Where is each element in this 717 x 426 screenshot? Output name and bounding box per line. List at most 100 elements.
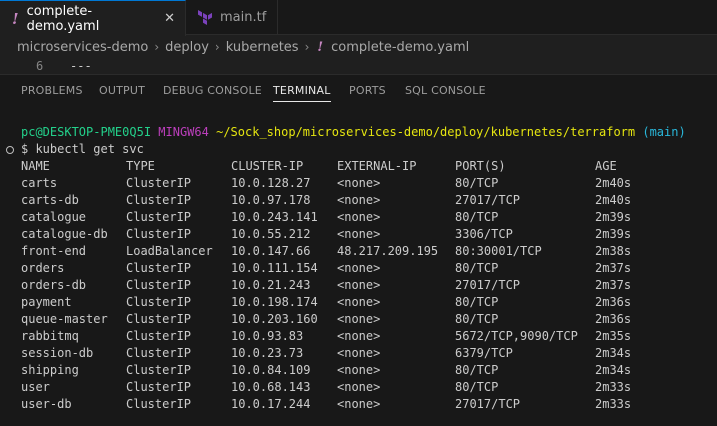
service-type: ClusterIP	[126, 227, 192, 241]
age: 2m40s	[595, 193, 632, 207]
command-line: $ kubectl get svc	[21, 142, 144, 156]
table-row: payment ClusterIP 10.0.198.174 <none> 80/TCP…	[21, 295, 711, 312]
service-type: ClusterIP	[126, 346, 192, 360]
external-ip: <none>	[337, 312, 381, 326]
external-ip: <none>	[337, 210, 381, 224]
breadcrumb: microservices-demo › deploy › kubernetes…	[0, 36, 717, 58]
prompt-path: ~/Sock_shop/microservices-demo/deploy/ku…	[216, 125, 636, 139]
breadcrumb-item[interactable]: kubernetes	[226, 40, 299, 55]
cluster-ip: 10.0.93.83	[231, 329, 304, 343]
editor-code-line: 6 ---	[0, 58, 717, 74]
service-type: ClusterIP	[126, 261, 192, 275]
tab-sql-console[interactable]: SQL CONSOLE	[405, 84, 486, 97]
external-ip: <none>	[337, 227, 381, 241]
external-ip: <none>	[337, 278, 381, 292]
age: 2m35s	[595, 329, 632, 343]
service-type: LoadBalancer	[126, 244, 213, 258]
header-type: TYPE	[126, 159, 155, 173]
service-name: payment	[21, 295, 72, 309]
terraform-file-icon	[198, 10, 212, 25]
service-type: ClusterIP	[126, 312, 192, 326]
tab-output[interactable]: OUTPUT	[99, 84, 145, 97]
command-decoration-icon[interactable]	[6, 146, 14, 154]
prompt-user: pc@DESKTOP-PME0Q5I	[21, 125, 152, 139]
cluster-ip: 10.0.97.178	[231, 193, 311, 207]
table-row: session-db ClusterIP 10.0.23.73 <none> 6379/…	[21, 346, 711, 363]
service-type: ClusterIP	[126, 278, 192, 292]
table-row: catalogue-db ClusterIP 10.0.55.212 <none> 33…	[21, 227, 711, 244]
breadcrumb-item[interactable]: microservices-demo	[17, 40, 148, 55]
tab-label: complete-demo.yaml	[26, 3, 100, 34]
header-cluster-ip: CLUSTER-IP	[231, 159, 304, 173]
age: 2m38s	[595, 244, 632, 258]
tab-problems[interactable]: PROBLEMS	[21, 84, 83, 97]
breadcrumb-item[interactable]: complete-demo.yaml	[331, 40, 469, 55]
external-ip: 48.217.209.195	[337, 244, 439, 258]
service-type: ClusterIP	[126, 193, 192, 207]
code-text[interactable]: ---	[70, 59, 92, 73]
table-row: shipping ClusterIP 10.0.84.109 <none> 80/TCP…	[21, 363, 711, 380]
cluster-ip: 10.0.128.27	[231, 176, 311, 190]
table-row: carts-db ClusterIP 10.0.97.178 <none> 27017/…	[21, 193, 711, 210]
chevron-right-icon: ›	[214, 40, 220, 54]
age: 2m39s	[595, 227, 632, 241]
cluster-ip: 10.0.147.66	[231, 244, 311, 258]
tab-debug-console[interactable]: DEBUG CONSOLE	[163, 84, 262, 97]
editor-tab-bar: ! complete-demo.yaml ✕ main.tf	[0, 0, 717, 36]
age: 2m33s	[595, 397, 632, 411]
ports: 80/TCP	[455, 312, 499, 326]
ports: 5672/TCP,9090/TCP	[455, 329, 578, 343]
table-row: rabbitmq ClusterIP 10.0.93.83 <none> 5672/TC…	[21, 329, 711, 346]
service-type: ClusterIP	[126, 329, 192, 343]
ports: 27017/TCP	[455, 278, 521, 292]
cluster-ip: 10.0.243.141	[231, 210, 318, 224]
table-row: orders-db ClusterIP 10.0.21.243 <none> 27017…	[21, 278, 711, 295]
cluster-ip: 10.0.55.212	[231, 227, 311, 241]
ports: 80/TCP	[455, 295, 499, 309]
service-name: user-db	[21, 397, 72, 411]
ports: 80/TCP	[455, 210, 499, 224]
line-number: 6	[36, 59, 44, 73]
external-ip: <none>	[337, 295, 381, 309]
tab-ports[interactable]: PORTS	[349, 84, 386, 97]
vscode-window: ! complete-demo.yaml ✕ main.tf microserv…	[0, 0, 717, 426]
table-row: queue-master ClusterIP 10.0.203.160 <none> 8…	[21, 312, 711, 329]
service-name: session-db	[21, 346, 94, 360]
table-row: orders ClusterIP 10.0.111.154 <none> 80/TCP 2…	[21, 261, 711, 278]
cluster-ip: 10.0.17.244	[231, 397, 311, 411]
close-icon[interactable]: ✕	[164, 11, 175, 26]
table-row: user-db ClusterIP 10.0.17.244 <none> 27017/T…	[21, 397, 711, 414]
cluster-ip: 10.0.68.143	[231, 380, 311, 394]
service-type: ClusterIP	[126, 176, 192, 190]
service-name: front-end	[21, 244, 87, 258]
tab-label: main.tf	[220, 10, 267, 25]
ports: 27017/TCP	[455, 397, 521, 411]
header-external-ip: EXTERNAL-IP	[337, 159, 417, 173]
breadcrumb-item[interactable]: deploy	[165, 40, 209, 55]
external-ip: <none>	[337, 329, 381, 343]
external-ip: <none>	[337, 363, 381, 377]
ports: 27017/TCP	[455, 193, 521, 207]
age: 2m39s	[595, 210, 632, 224]
ports: 80:30001/TCP	[455, 244, 542, 258]
ports: 80/TCP	[455, 363, 499, 377]
cluster-ip: 10.0.203.160	[231, 312, 318, 326]
tab-complete-demo-yaml[interactable]: ! complete-demo.yaml ✕	[0, 0, 186, 36]
age: 2m34s	[595, 346, 632, 360]
table-row: carts ClusterIP 10.0.128.27 <none> 80/TCP 2m4…	[21, 176, 711, 193]
service-name: catalogue-db	[21, 227, 108, 241]
age: 2m36s	[595, 312, 632, 326]
service-type: ClusterIP	[126, 295, 192, 309]
header-age: AGE	[595, 159, 617, 173]
service-type: ClusterIP	[126, 397, 192, 411]
table-row: user ClusterIP 10.0.68.143 <none> 80/TCP 2m33…	[21, 380, 711, 397]
tab-terminal[interactable]: TERMINAL	[273, 84, 331, 102]
age: 2m37s	[595, 278, 632, 292]
tab-main-tf[interactable]: main.tf	[186, 0, 278, 35]
prompt-line: pc@DESKTOP-PME0Q5I MINGW64 ~/Sock_shop/m…	[21, 125, 686, 142]
ports: 80/TCP	[455, 176, 499, 190]
external-ip: <none>	[337, 397, 381, 411]
ports: 80/TCP	[455, 380, 499, 394]
prompt-branch: (main)	[642, 125, 686, 139]
external-ip: <none>	[337, 176, 381, 190]
